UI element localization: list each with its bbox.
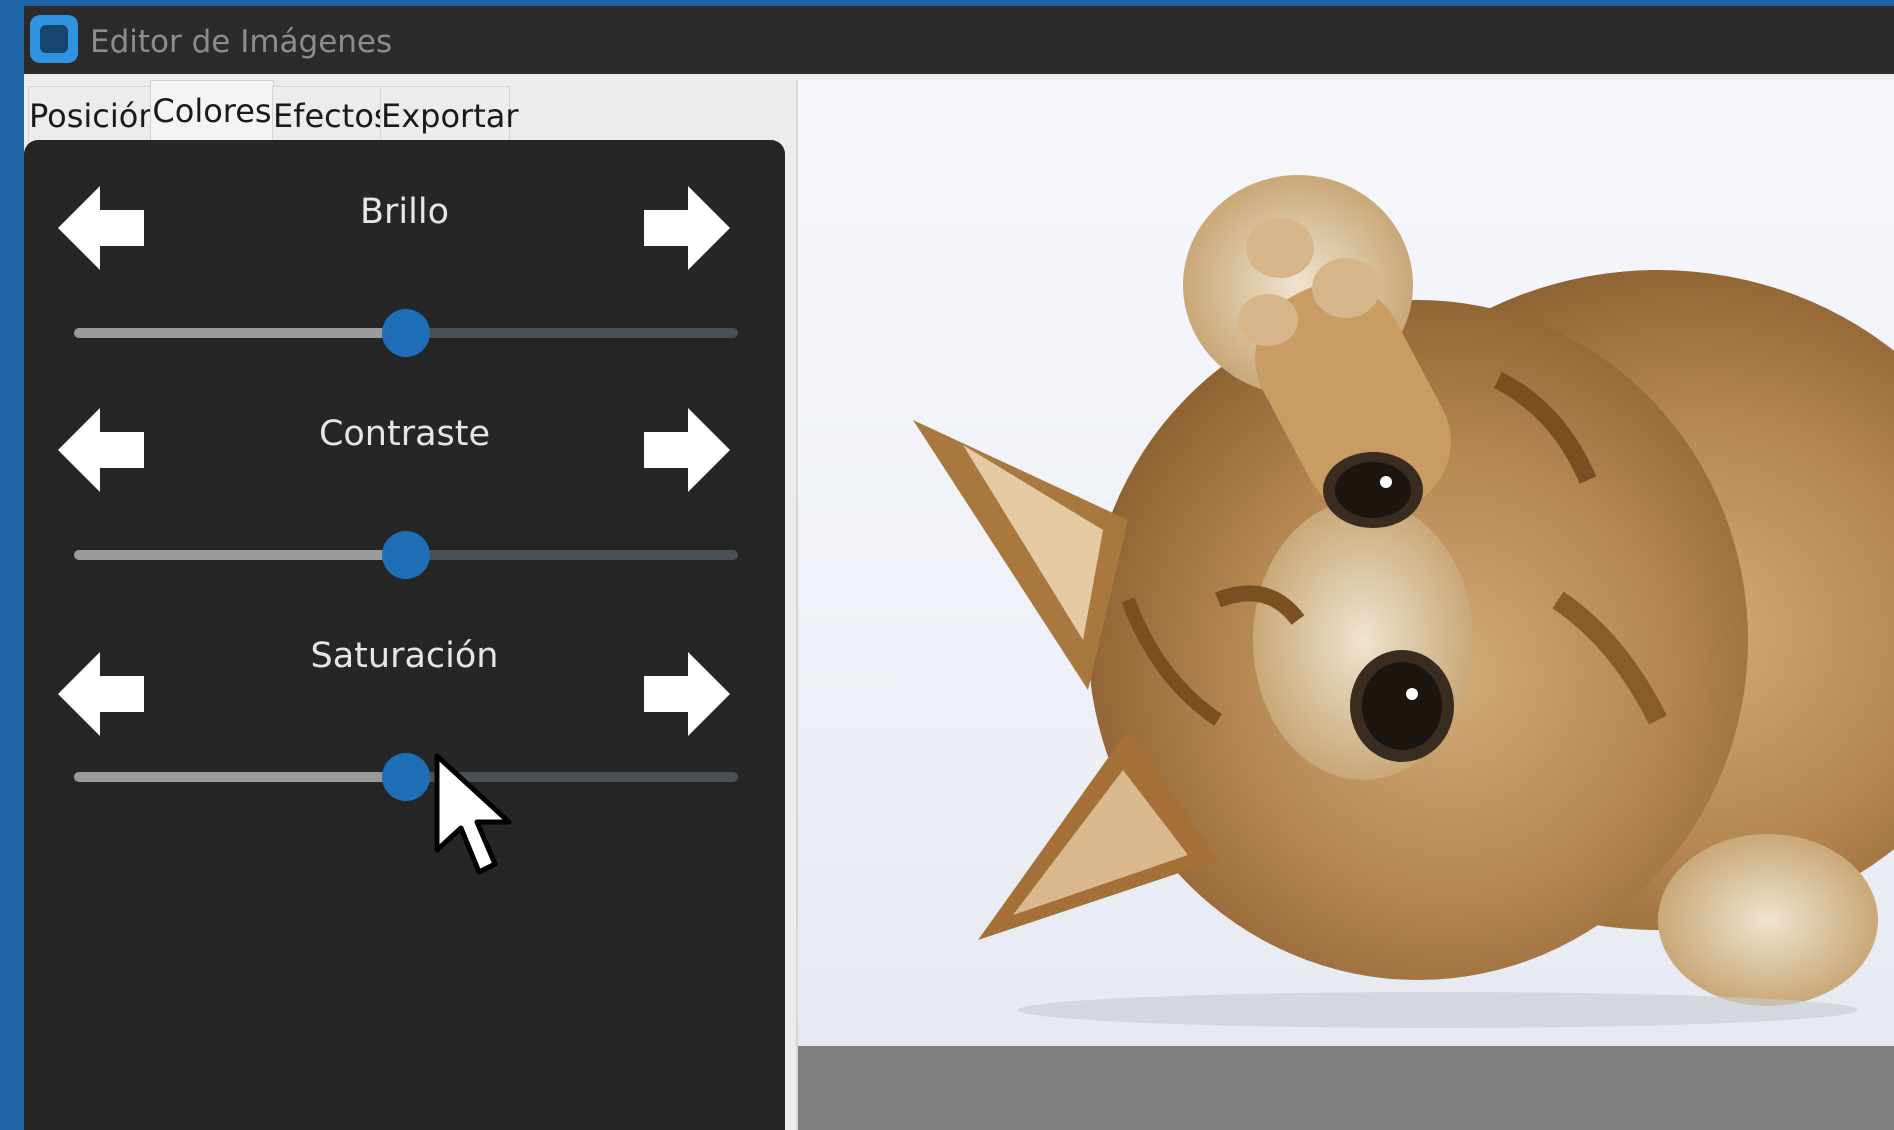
preview-image-kitten [798,80,1894,1046]
slider-thumb[interactable] [382,753,430,801]
colors-panel: Brillo Contraste Saturación [24,140,785,1130]
slider-fill [74,328,406,338]
saturacion-increase-button[interactable] [644,652,730,736]
contraste-increase-button[interactable] [644,408,730,492]
slider-fill [74,772,406,782]
tab-colores[interactable]: Colores [150,80,274,147]
arrow-right-icon [644,186,730,270]
app-window: Editor de Imágenes Posición Colores Efec… [24,6,1894,1130]
brillo-increase-button[interactable] [644,186,730,270]
contraste-slider[interactable] [74,530,738,580]
slider-thumb[interactable] [382,309,430,357]
kitten-image [913,175,1894,1028]
tab-bar: Posición Colores Efectos Exportar [24,80,814,147]
tab-efectos[interactable]: Efectos [272,86,391,145]
brillo-slider[interactable] [74,308,738,358]
arrow-right-icon [644,408,730,492]
slider-thumb[interactable] [382,531,430,579]
arrow-right-icon [644,652,730,736]
slider-fill [74,550,406,560]
tab-exportar[interactable]: Exportar [380,86,519,145]
app-icon [30,15,78,63]
saturacion-slider[interactable] [74,752,738,802]
window-title: Editor de Imágenes [90,24,393,60]
preview-footer [798,1046,1894,1130]
tab-posicion[interactable]: Posición [28,86,159,145]
title-bar[interactable]: Editor de Imágenes [24,6,1894,74]
image-preview [796,80,1894,1130]
